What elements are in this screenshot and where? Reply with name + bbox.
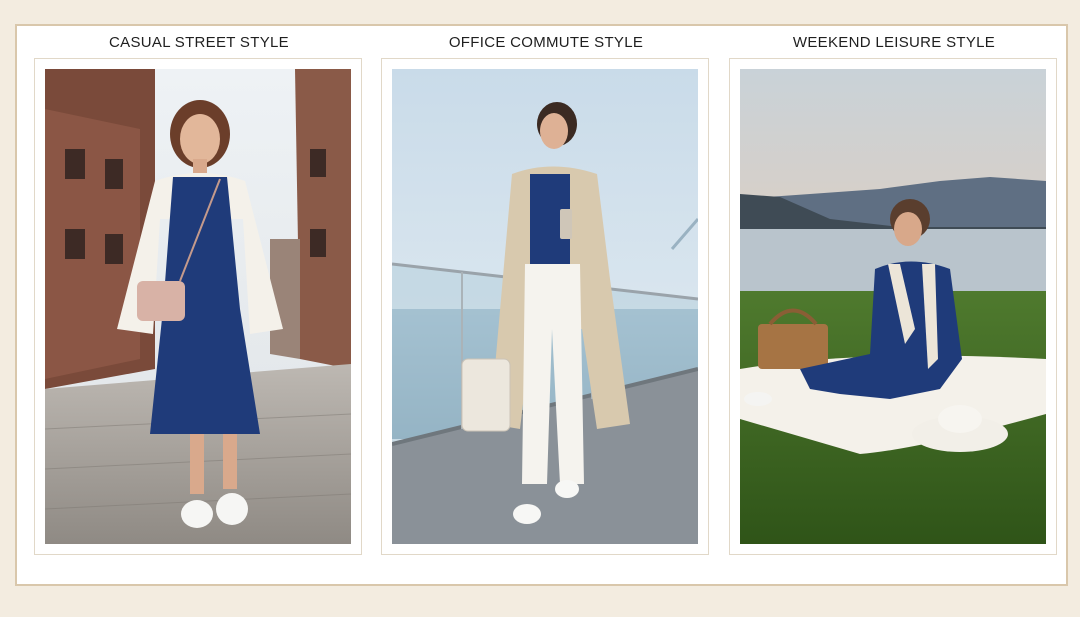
photo-frame bbox=[729, 58, 1057, 555]
panel-title: OFFICE COMMUTE STYLE bbox=[448, 34, 644, 51]
panel-casual-street: CASUAL STREET STYLE bbox=[34, 26, 364, 584]
moodboard: CASUAL STREET STYLE OFFICE COMMUTE STYLE… bbox=[15, 24, 1068, 586]
photo-office-commute bbox=[392, 69, 698, 544]
photo-weekend-leisure bbox=[740, 69, 1046, 544]
photo-casual-street bbox=[45, 69, 351, 544]
panel-office-commute: OFFICE COMMUTE STYLE bbox=[381, 26, 711, 584]
photo-frame bbox=[34, 58, 362, 555]
photo-frame bbox=[381, 58, 709, 555]
panel-title: WEEKEND LEISURE STYLE bbox=[792, 34, 996, 51]
panel-title: CASUAL STREET STYLE bbox=[109, 34, 289, 51]
panel-weekend-leisure: WEEKEND LEISURE STYLE bbox=[729, 26, 1059, 584]
